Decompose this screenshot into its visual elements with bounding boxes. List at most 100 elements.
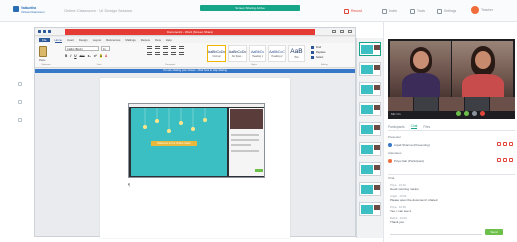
- word-document-title: Document1 - Word (Screen Share): [65, 29, 315, 35]
- word-window: Document1 - Word (Screen Share) File Hom…: [34, 27, 356, 238]
- undo-icon[interactable]: [43, 30, 46, 33]
- mute-icon[interactable]: [497, 142, 501, 146]
- tab-participants[interactable]: Participants: [388, 125, 405, 129]
- send-button[interactable]: Send: [485, 229, 503, 235]
- app-logo[interactable]: Vaikuntha Virtual Classroom: [13, 6, 47, 16]
- maximize-icon[interactable]: [340, 30, 344, 33]
- mic-icon[interactable]: [456, 111, 461, 116]
- settings-button[interactable]: Settings: [437, 7, 456, 15]
- participant-row[interactable]: Anjali Sharma (Presenting): [388, 141, 515, 148]
- strikethrough-button[interactable]: abc: [80, 54, 85, 58]
- video-off-icon[interactable]: [503, 142, 507, 146]
- participant-row[interactable]: Priya Nair (Participant): [388, 157, 515, 164]
- underline-button[interactable]: U: [74, 54, 76, 58]
- participant-avatar: [388, 142, 392, 147]
- video-thumbnail[interactable]: [490, 97, 515, 111]
- tab-references[interactable]: References: [106, 38, 120, 42]
- slide-thumbnail[interactable]: [359, 182, 381, 196]
- screen-share-status[interactable]: Screen Sharing Active: [200, 5, 300, 11]
- bullets-icon[interactable]: [147, 46, 152, 49]
- slide-thumbnail[interactable]: [359, 202, 381, 216]
- slide-thumbnail[interactable]: [359, 122, 381, 136]
- screen-share-icon[interactable]: [472, 111, 477, 116]
- tab-review[interactable]: Review: [141, 38, 150, 42]
- chat-input[interactable]: [390, 230, 482, 235]
- sharing-notice-banner[interactable]: You are sharing your screen · Click here…: [35, 69, 355, 73]
- font-color-button[interactable]: A: [105, 54, 107, 58]
- user-name[interactable]: Teacher: [481, 8, 493, 12]
- video-thumbnail[interactable]: [464, 97, 490, 111]
- style-no-spacing[interactable]: AaBbCcDc No Spac...: [228, 45, 247, 62]
- chat-text: Good morning ma'am: [390, 187, 419, 191]
- sort-icon[interactable]: [179, 46, 184, 49]
- highlight-button[interactable]: A: [99, 54, 103, 58]
- style-sample: AaBbCcDc: [228, 49, 247, 54]
- video-tile-participant[interactable]: [452, 41, 513, 97]
- tab-view[interactable]: View: [155, 38, 161, 42]
- italic-button[interactable]: I: [70, 54, 71, 58]
- document-page[interactable]: Welcome to the Online Class ¶: [100, 78, 290, 238]
- slide-thumbnail[interactable]: [359, 162, 381, 176]
- justify-icon[interactable]: [171, 52, 176, 55]
- slide-thumbnail[interactable]: [359, 142, 381, 156]
- remove-icon[interactable]: [509, 142, 513, 146]
- tab-home[interactable]: Home: [54, 38, 62, 43]
- style-normal[interactable]: AaBbCcDc Normal: [207, 45, 226, 62]
- save-icon[interactable]: [38, 30, 41, 33]
- select-button[interactable]: Select: [311, 56, 351, 59]
- tab-insert[interactable]: Insert: [67, 38, 74, 42]
- pasted-camera: [230, 109, 263, 129]
- slide-thumbnail[interactable]: [359, 42, 381, 56]
- tab-help[interactable]: Help: [166, 38, 172, 42]
- tab-layout[interactable]: Layout: [93, 38, 101, 42]
- video-tile-presenter[interactable]: [390, 41, 451, 97]
- find-button[interactable]: Find: [311, 46, 351, 49]
- font-name-select[interactable]: Calibri (Body): [65, 46, 99, 51]
- eraser-tool-icon[interactable]: [18, 118, 22, 122]
- align-center-icon[interactable]: [155, 52, 160, 55]
- pointer-tool-icon[interactable]: [18, 82, 22, 86]
- numbering-icon[interactable]: [155, 46, 160, 49]
- slide-thumbnail[interactable]: [359, 62, 381, 76]
- close-icon[interactable]: [348, 30, 352, 33]
- indent-icon[interactable]: [171, 46, 176, 49]
- tools-button[interactable]: Tools: [410, 7, 425, 15]
- paste-icon[interactable]: [39, 46, 47, 57]
- mute-icon[interactable]: [497, 158, 501, 162]
- minimize-icon[interactable]: [332, 30, 336, 33]
- multilevel-icon[interactable]: [163, 46, 168, 49]
- tab-files[interactable]: Files: [423, 125, 430, 129]
- styles-gallery: AaBbCcDc Normal AaBbCcDc No Spac... AaBb…: [207, 45, 305, 64]
- tab-file[interactable]: File: [39, 38, 50, 42]
- replace-button[interactable]: Replace: [311, 51, 351, 54]
- tab-chat[interactable]: Chat: [410, 124, 418, 129]
- remove-icon[interactable]: [509, 158, 513, 162]
- style-heading-1[interactable]: AaBbCc Heading 1: [249, 45, 267, 62]
- line-spacing-icon[interactable]: [179, 52, 184, 55]
- camera-icon[interactable]: [464, 111, 469, 116]
- pen-tool-icon[interactable]: [18, 100, 22, 104]
- font-size-select[interactable]: 11: [101, 46, 110, 51]
- video-off-icon[interactable]: [503, 158, 507, 162]
- record-button[interactable]: Record: [344, 7, 362, 15]
- invite-button[interactable]: Invite: [382, 7, 397, 15]
- tab-mailings[interactable]: Mailings: [125, 38, 135, 42]
- quick-access-toolbar: [38, 30, 51, 33]
- video-thumbnail[interactable]: [388, 97, 413, 111]
- align-left-icon[interactable]: [147, 52, 152, 55]
- pasted-toolbar: [129, 104, 264, 107]
- video-thumbnail[interactable]: [413, 97, 439, 111]
- bold-button[interactable]: B: [65, 54, 67, 58]
- video-thumbnail[interactable]: [439, 97, 464, 111]
- slide-thumbnail[interactable]: [359, 82, 381, 96]
- end-call-icon[interactable]: [480, 111, 485, 116]
- style-heading-2[interactable]: AaBbCcC Heading 2: [268, 45, 286, 62]
- tab-design[interactable]: Design: [79, 38, 88, 42]
- user-avatar[interactable]: [471, 6, 479, 14]
- superscript-button[interactable]: x²: [94, 54, 97, 58]
- align-right-icon[interactable]: [163, 52, 168, 55]
- redo-icon[interactable]: [48, 30, 51, 33]
- subscript-button[interactable]: x₂: [88, 54, 91, 58]
- slide-thumbnail[interactable]: [359, 102, 381, 116]
- style-title[interactable]: AaB Title: [287, 45, 305, 62]
